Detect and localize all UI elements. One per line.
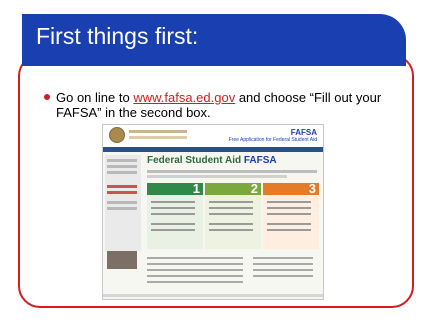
- step-number: 3: [308, 181, 316, 196]
- lower-text-line: [147, 269, 243, 271]
- screenshot-header: FAFSA Free Application for Federal Stude…: [103, 125, 323, 147]
- fafsa-link[interactable]: www.fafsa.ed.gov: [133, 90, 235, 105]
- step-text-line: [267, 229, 311, 231]
- sidebar-line: [107, 201, 137, 204]
- lower-text-line: [147, 257, 243, 259]
- intro-text-line: [147, 170, 317, 173]
- slide-title: First things first:: [36, 23, 199, 49]
- header-text-line: [129, 130, 187, 133]
- step-box-2[interactable]: 2: [205, 181, 261, 249]
- step-text-line: [209, 223, 253, 225]
- step-text-line: [209, 207, 253, 209]
- fafsa-logo-subtitle: Free Application for Federal Student Aid: [228, 137, 317, 143]
- slide: First things first: Go on line to www.fa…: [0, 0, 432, 330]
- sidebar-photo: [107, 251, 137, 269]
- step-text-line: [209, 201, 253, 203]
- fafsa-website-screenshot: FAFSA Free Application for Federal Stude…: [102, 124, 324, 300]
- sidebar-line: [107, 159, 137, 162]
- step-text-line: [209, 213, 253, 215]
- step-box-1: 1: [147, 181, 203, 249]
- lower-text-line: [253, 257, 313, 259]
- lower-text-line: [147, 281, 243, 283]
- step-number: 2: [250, 181, 258, 196]
- dept-seal-icon: [109, 127, 125, 143]
- screenshot-lower-right: [253, 255, 317, 291]
- step-box-3: 3: [263, 181, 319, 249]
- step-text-line: [151, 201, 195, 203]
- lower-text-line: [147, 263, 243, 265]
- step-text-line: [151, 207, 195, 209]
- screenshot-lower-left: [147, 255, 247, 291]
- bullet-text-before: Go on line to: [56, 90, 134, 105]
- fafsa-logo: FAFSA: [290, 128, 317, 137]
- sidebar-line: [107, 207, 137, 210]
- sidebar-line: [107, 171, 137, 174]
- lower-text-line: [147, 275, 243, 277]
- lower-text-line: [253, 269, 313, 271]
- step-text-line: [151, 229, 195, 231]
- sidebar-line: [107, 185, 137, 188]
- lower-text-line: [253, 263, 313, 265]
- step-text-line: [267, 213, 311, 215]
- step-text-line: [267, 207, 311, 209]
- screenshot-footer: [103, 294, 323, 297]
- heading-left: Federal Student Aid: [147, 155, 242, 166]
- sidebar-line: [107, 191, 137, 194]
- bullet-item: Go on line to www.fafsa.ed.gov and choos…: [44, 90, 396, 120]
- step-text-line: [267, 223, 311, 225]
- screenshot-nav-bar: [103, 147, 323, 152]
- step-number: 1: [192, 181, 200, 196]
- bullet-dot-icon: [44, 94, 50, 100]
- intro-text-line: [147, 175, 287, 178]
- step-text-line: [209, 229, 253, 231]
- heading-right: FAFSA: [243, 155, 277, 166]
- step-text-line: [151, 213, 195, 215]
- header-text-line: [129, 136, 187, 139]
- step-text-line: [267, 201, 311, 203]
- screenshot-sidebar: [105, 155, 141, 269]
- step-text-line: [151, 223, 195, 225]
- sidebar-line: [107, 165, 137, 168]
- screenshot-heading: Federal Student Aid FAFSA: [147, 155, 277, 166]
- lower-text-line: [253, 275, 313, 277]
